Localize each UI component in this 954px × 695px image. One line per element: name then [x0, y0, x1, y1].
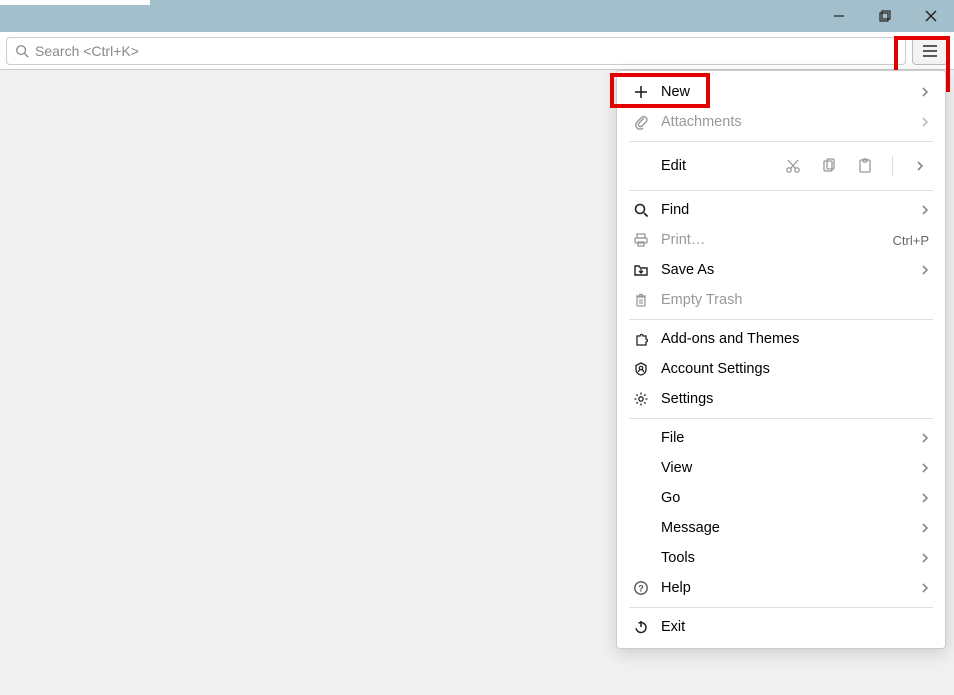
separator: [629, 190, 933, 191]
menu-label: Empty Trash: [661, 292, 929, 308]
hamburger-menu-button[interactable]: [912, 37, 948, 65]
menu-item-find[interactable]: Find: [617, 195, 945, 225]
paperclip-icon: [633, 114, 661, 130]
menu-label: Tools: [661, 550, 921, 566]
paste-icon[interactable]: [856, 157, 874, 175]
menu-label: Save As: [661, 262, 921, 278]
menu-item-file[interactable]: File: [617, 423, 945, 453]
close-button[interactable]: [908, 0, 954, 32]
app-menu-dropdown: New Attachments Edit: [616, 70, 946, 649]
menu-item-exit[interactable]: Exit: [617, 612, 945, 642]
menu-item-view[interactable]: View: [617, 453, 945, 483]
menu-label: New: [661, 84, 921, 100]
separator: [629, 607, 933, 608]
menu-item-attachments: Attachments: [617, 107, 945, 137]
plus-icon: [633, 84, 661, 100]
separator: [629, 319, 933, 320]
separator: [629, 418, 933, 419]
menu-label: Attachments: [661, 114, 921, 130]
active-tab-indicator: [0, 0, 150, 5]
copy-icon[interactable]: [820, 157, 838, 175]
power-icon: [633, 619, 661, 635]
keyboard-shortcut: Ctrl+P: [893, 233, 929, 248]
menu-label: Go: [661, 490, 921, 506]
menu-edit-row: Edit: [617, 146, 945, 186]
search-input[interactable]: [35, 43, 897, 59]
maximize-button[interactable]: [862, 0, 908, 32]
menu-item-message[interactable]: Message: [617, 513, 945, 543]
chevron-right-icon: [921, 462, 929, 474]
hamburger-icon: [922, 44, 938, 58]
menu-item-empty-trash: Empty Trash: [617, 285, 945, 315]
chevron-right-icon: [921, 86, 929, 98]
chevron-right-icon: [921, 116, 929, 128]
chevron-right-icon: [921, 432, 929, 444]
menu-label: Edit: [661, 158, 784, 174]
menu-label: File: [661, 430, 921, 446]
puzzle-icon: [633, 331, 661, 347]
cut-icon[interactable]: [784, 157, 802, 175]
divider: [892, 156, 893, 176]
menu-label: Message: [661, 520, 921, 536]
menu-item-tools[interactable]: Tools: [617, 543, 945, 573]
printer-icon: [633, 232, 661, 248]
gear-icon: [633, 391, 661, 407]
menu-label: Settings: [661, 391, 929, 407]
menu-label: Print…: [661, 232, 893, 248]
menu-item-account-settings[interactable]: Account Settings: [617, 354, 945, 384]
account-icon: [633, 361, 661, 377]
menu-label: View: [661, 460, 921, 476]
menu-label: Add-ons and Themes: [661, 331, 929, 347]
menu-item-save-as[interactable]: Save As: [617, 255, 945, 285]
menu-label: Exit: [661, 619, 929, 635]
search-icon: [15, 44, 29, 58]
chevron-right-icon: [921, 204, 929, 216]
search-icon: [633, 202, 661, 218]
separator: [629, 141, 933, 142]
minimize-button[interactable]: [816, 0, 862, 32]
trash-icon: [633, 292, 661, 308]
help-icon: ?: [633, 580, 661, 596]
menu-item-new[interactable]: New: [617, 77, 945, 107]
search-box[interactable]: [6, 37, 906, 65]
chevron-right-icon[interactable]: [911, 157, 929, 175]
chevron-right-icon: [921, 492, 929, 504]
chevron-right-icon: [921, 264, 929, 276]
menu-item-print[interactable]: Print… Ctrl+P: [617, 225, 945, 255]
svg-text:?: ?: [638, 584, 644, 594]
folder-icon: [633, 262, 661, 278]
menu-label: Help: [661, 580, 921, 596]
toolbar: [0, 32, 954, 70]
chevron-right-icon: [921, 552, 929, 564]
chevron-right-icon: [921, 582, 929, 594]
chevron-right-icon: [921, 522, 929, 534]
menu-item-addons[interactable]: Add-ons and Themes: [617, 324, 945, 354]
menu-item-go[interactable]: Go: [617, 483, 945, 513]
menu-label: Find: [661, 202, 921, 218]
menu-label: Account Settings: [661, 361, 929, 377]
menu-item-help[interactable]: ? Help: [617, 573, 945, 603]
menu-item-settings[interactable]: Settings: [617, 384, 945, 414]
